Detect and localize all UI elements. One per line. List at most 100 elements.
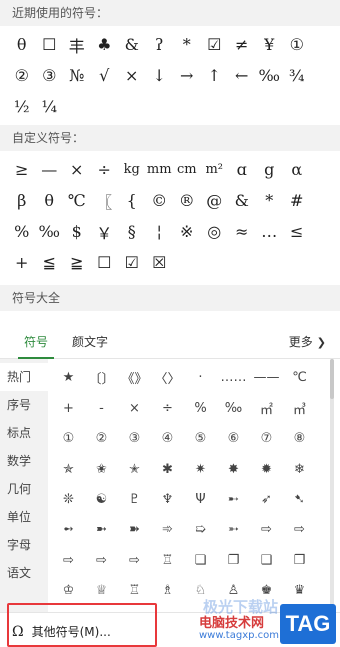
scrollbar[interactable] (330, 359, 334, 629)
symbol-cell[interactable]: ➾ (151, 515, 184, 545)
symbol-cell[interactable]: ☒ (146, 247, 174, 278)
symbol-cell[interactable]: ⇨ (118, 546, 151, 576)
symbol-cell[interactable]: θ (8, 29, 36, 60)
symbol-cell[interactable]: ‰ (256, 60, 284, 91)
symbol-cell[interactable]: ≤ (283, 216, 311, 247)
symbol-cell[interactable]: ㎡ (250, 393, 283, 423)
symbol-cell[interactable]: ➶ (250, 485, 283, 515)
tab-emoticons[interactable]: 颜文字 (60, 333, 120, 358)
symbol-cell[interactable]: ➷ (283, 485, 316, 515)
symbol-cell[interactable]: ❐ (217, 546, 250, 576)
symbol-cell[interactable]: ② (8, 60, 36, 91)
other-symbols-button[interactable]: Ω 其他符号(M)... (12, 623, 111, 640)
symbol-cell[interactable]: g (256, 154, 284, 185)
symbol-cell[interactable]: © (146, 185, 174, 216)
symbol-cell[interactable]: kg (118, 154, 146, 185)
symbol-cell[interactable]: 〈〉 (151, 363, 184, 393)
symbol-cell[interactable]: ® (173, 185, 201, 216)
symbol-cell[interactable]: ❄ (283, 454, 316, 484)
symbol-cell[interactable]: { (118, 185, 146, 216)
symbol-cell[interactable]: ½ (8, 91, 36, 122)
symbol-cell[interactable]: × (118, 60, 146, 91)
symbol-cell[interactable]: ≦ (36, 247, 64, 278)
symbol-cell[interactable]: × (63, 154, 91, 185)
symbol-cell[interactable]: ♖ (118, 576, 151, 606)
symbol-cell[interactable]: ◎ (201, 216, 229, 247)
symbol-cell[interactable]: ※ (173, 216, 201, 247)
symbol-cell[interactable]: ② (85, 424, 118, 454)
symbol-cell[interactable]: ♣ (91, 29, 119, 60)
symbol-cell[interactable]: ‰ (217, 393, 250, 423)
symbol-cell[interactable]: ★ (52, 363, 85, 393)
symbol-cell[interactable]: ↓ (146, 60, 174, 91)
symbol-cell[interactable]: ♔ (52, 576, 85, 606)
scrollbar-thumb[interactable] (330, 359, 334, 399)
symbol-cell[interactable]: $ (63, 216, 91, 247)
symbol-cell[interactable]: ⑥ (217, 424, 250, 454)
symbol-cell[interactable]: ⑦ (250, 424, 283, 454)
symbol-cell[interactable]: m² (201, 154, 229, 185)
symbol-cell[interactable]: ¥ (256, 29, 284, 60)
symbol-cell[interactable]: ℃ (63, 185, 91, 216)
symbol-cell[interactable]: % (184, 393, 217, 423)
symbol-cell[interactable]: ⑧ (283, 424, 316, 454)
symbol-cell[interactable]: ￥ (91, 216, 119, 247)
symbol-cell[interactable]: - (85, 393, 118, 423)
symbol-cell[interactable]: ʔ (146, 29, 174, 60)
category-item[interactable]: 字母 (0, 531, 48, 559)
category-item[interactable]: 热门 (0, 363, 48, 391)
symbol-cell[interactable]: · (184, 363, 217, 393)
symbol-cell[interactable]: ① (52, 424, 85, 454)
symbol-cell[interactable]: ③ (36, 60, 64, 91)
symbol-cell[interactable]: × (118, 393, 151, 423)
symbol-cell[interactable]: 〖 (91, 185, 119, 216)
category-item[interactable]: 标点 (0, 419, 48, 447)
symbol-cell[interactable]: α (283, 154, 311, 185)
symbol-cell[interactable]: ⇨ (52, 546, 85, 576)
symbol-cell[interactable]: ⇨ (85, 546, 118, 576)
symbol-cell[interactable]: ➯ (184, 515, 217, 545)
symbol-cell[interactable]: ❒ (283, 546, 316, 576)
symbol-cell[interactable]: Ψ (184, 485, 217, 515)
symbol-cell[interactable]: ① (283, 29, 311, 60)
symbol-cell[interactable]: * (173, 29, 201, 60)
symbol-cell[interactable]: ≠ (228, 29, 256, 60)
symbol-cell[interactable]: mm (146, 154, 174, 185)
symbol-cell[interactable]: ⇨ (250, 515, 283, 545)
more-button[interactable]: 更多 ❯ (289, 333, 326, 350)
symbol-cell[interactable]: ♖ (151, 546, 184, 576)
symbol-cell[interactable]: ¾ (283, 60, 311, 91)
symbol-cell[interactable]: ✷ (184, 454, 217, 484)
symbol-cell[interactable]: ➻ (52, 515, 85, 545)
symbol-cell[interactable]: β (8, 185, 36, 216)
symbol-cell[interactable]: & (118, 29, 146, 60)
symbol-cell[interactable]: → (173, 60, 201, 91)
symbol-cell[interactable]: ❏ (184, 546, 217, 576)
symbol-cell[interactable]: ℃ (283, 363, 316, 393)
symbol-cell[interactable]: ④ (151, 424, 184, 454)
symbol-cell[interactable]: ➸ (217, 485, 250, 515)
symbol-cell[interactable]: ≥ (8, 154, 36, 185)
symbol-cell[interactable]: ✸ (217, 454, 250, 484)
symbol-cell[interactable]: 〔〕 (85, 363, 118, 393)
symbol-cell[interactable]: ☐ (91, 247, 119, 278)
symbol-cell[interactable]: # (283, 185, 311, 216)
symbol-cell[interactable]: ¦ (146, 216, 174, 247)
symbol-cell[interactable]: ⑤ (184, 424, 217, 454)
symbol-cell[interactable]: ㎥ (283, 393, 316, 423)
symbol-cell[interactable]: ➼ (85, 515, 118, 545)
symbol-cell[interactable]: √ (91, 60, 119, 91)
category-item[interactable]: 单位 (0, 503, 48, 531)
category-item[interactable]: 几何 (0, 475, 48, 503)
symbol-cell[interactable]: θ (36, 185, 64, 216)
symbol-cell[interactable]: ☑ (118, 247, 146, 278)
symbol-cell[interactable]: ✱ (151, 454, 184, 484)
symbol-cell[interactable]: 《》 (118, 363, 151, 393)
category-item[interactable]: 语文 (0, 559, 48, 587)
symbol-cell[interactable]: ❊ (52, 485, 85, 515)
symbol-cell[interactable]: ③ (118, 424, 151, 454)
symbol-cell[interactable]: ♆ (151, 485, 184, 515)
symbol-cell[interactable]: ÷ (91, 154, 119, 185)
symbol-cell[interactable]: ¼ (36, 91, 64, 122)
symbol-cell[interactable]: ✹ (250, 454, 283, 484)
